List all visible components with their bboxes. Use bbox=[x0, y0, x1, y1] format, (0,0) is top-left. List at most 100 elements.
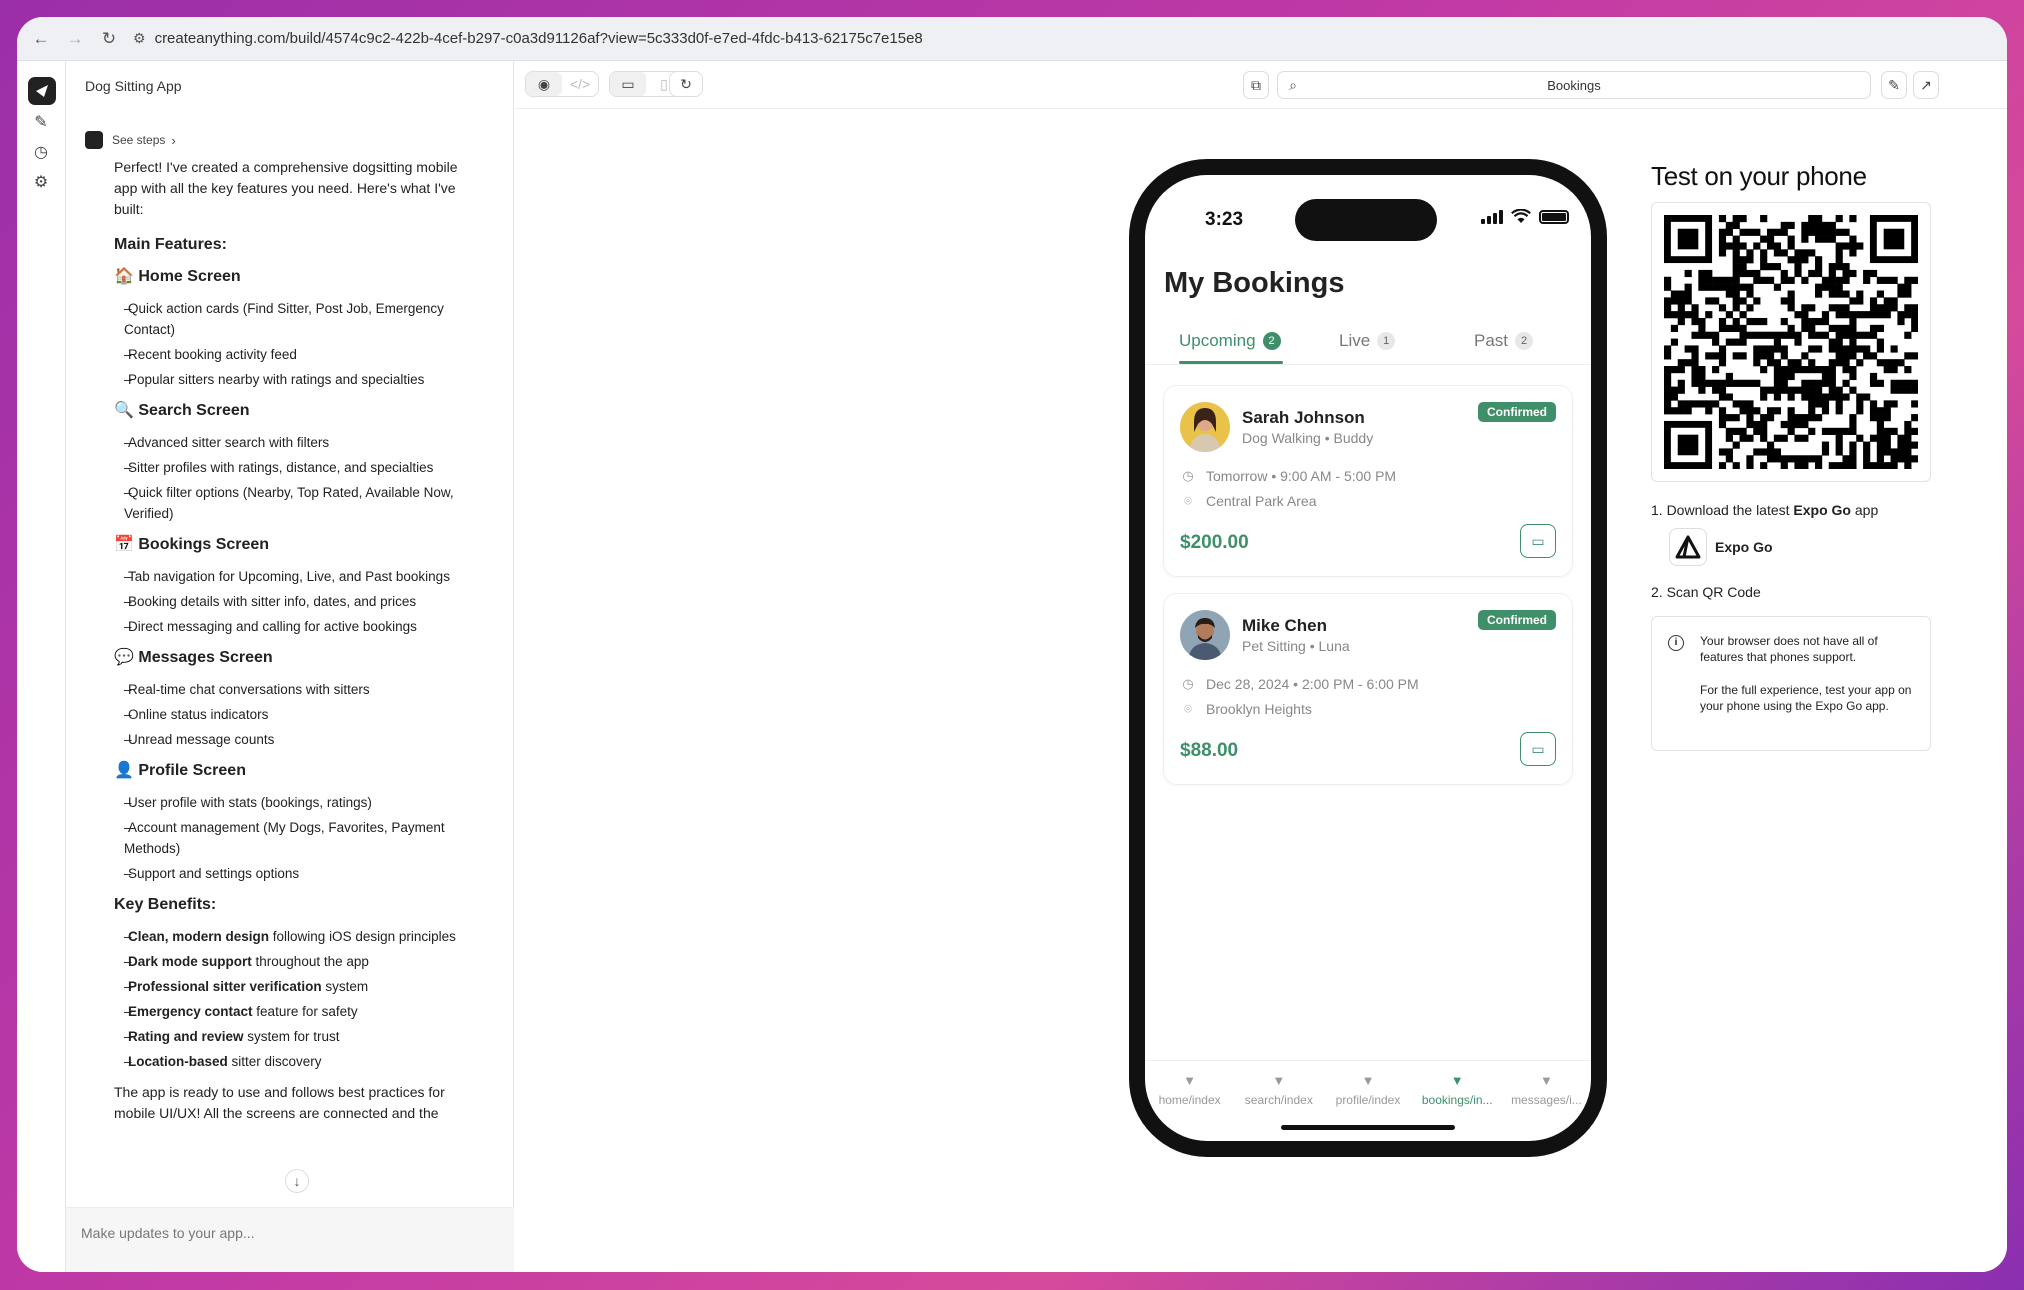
battery-icon bbox=[1539, 209, 1569, 224]
forward-icon[interactable]: → bbox=[65, 29, 85, 49]
booking-card[interactable]: Mike Chen Pet Sitting • Luna Confirmed ◷… bbox=[1163, 593, 1573, 785]
location-pin-icon: ⌾ bbox=[1184, 493, 1192, 508]
profile-screen-list: –User profile with stats (bookings, rati… bbox=[114, 792, 484, 884]
browser-toolbar: ← → ↻ ⚙ createanything.com/build/4574c9c… bbox=[17, 17, 2007, 61]
dynamic-island bbox=[1295, 199, 1437, 241]
address-bar[interactable]: ⚙ createanything.com/build/4574c9c2-422b… bbox=[133, 30, 923, 47]
notice-text-1: Your browser does not have all of featur… bbox=[1700, 634, 1878, 664]
site-settings-icon[interactable]: ⚙ bbox=[133, 30, 146, 47]
tab-triangle-icon: ▼ bbox=[1539, 1073, 1553, 1088]
chat-bubble-icon: ▭ bbox=[1531, 740, 1545, 757]
page-search[interactable]: ⌕ Bookings bbox=[1277, 71, 1871, 99]
left-rail: ✎ ◷ ⚙ bbox=[17, 61, 66, 1272]
booking-price: $200.00 bbox=[1180, 532, 1249, 553]
list-item: –Direct messaging and calling for active… bbox=[124, 619, 417, 634]
desktop-icon[interactable]: ▭ bbox=[610, 72, 646, 96]
list-item: –Popular sitters nearby with ratings and… bbox=[124, 372, 425, 387]
home-indicator bbox=[1281, 1125, 1455, 1130]
bottom-tab-bar: ▼ home/index ▼ search/index ▼ profile/index… bbox=[1145, 1060, 1591, 1120]
compose-box[interactable]: Make updates to your app... bbox=[66, 1207, 514, 1272]
chat-bubble-icon: ▭ bbox=[1531, 532, 1545, 549]
message-intro: Perfect! I've created a comprehensive do… bbox=[114, 159, 458, 217]
list-item: –Recent booking activity feed bbox=[124, 347, 297, 362]
pencil-icon[interactable]: ✎ bbox=[1881, 71, 1907, 99]
test-on-phone-panel: Test on your phone 1. Download the lates… bbox=[1651, 161, 1931, 751]
scroll-down-button[interactable]: ↓ bbox=[285, 1169, 309, 1193]
booking-time: ◷ Tomorrow • 9:00 AM - 5:00 PM bbox=[1180, 468, 1396, 484]
tab-past[interactable]: Past 2 bbox=[1474, 331, 1534, 351]
tab-label: Past bbox=[1474, 331, 1509, 350]
messages-screen-list: –Real-time chat conversations with sitte… bbox=[114, 679, 484, 750]
code-icon[interactable]: </> bbox=[562, 72, 598, 96]
message-button[interactable]: ▭ bbox=[1520, 732, 1556, 766]
list-item: –Location-based sitter discovery bbox=[124, 1054, 322, 1069]
reload-icon[interactable]: ↻ bbox=[99, 29, 119, 49]
project-title: Dog Sitting App bbox=[85, 78, 182, 94]
refresh-icon[interactable]: ↻ bbox=[670, 72, 702, 96]
phone-frame: 3:23 My Bookings Upcoming 2 Live 1 Past … bbox=[1129, 159, 1607, 1157]
list-item: –Online status indicators bbox=[124, 707, 269, 722]
tabbar-item-bookings[interactable]: ▼ bookings/in... bbox=[1413, 1061, 1502, 1120]
list-item: –Support and settings options bbox=[124, 866, 300, 881]
tab-triangle-icon: ▼ bbox=[1183, 1073, 1197, 1088]
list-item: –Sitter profiles with ratings, distance,… bbox=[124, 460, 434, 475]
active-tab-indicator bbox=[1179, 361, 1283, 364]
tabbar-item-messages[interactable]: ▼ messages/i... bbox=[1502, 1061, 1591, 1120]
refresh-group: ↻ bbox=[669, 71, 703, 97]
message-button[interactable]: ▭ bbox=[1520, 524, 1556, 558]
tab-count: 2 bbox=[1515, 332, 1534, 350]
assistant-avatar bbox=[85, 131, 103, 149]
browser-window: ← → ↻ ⚙ createanything.com/build/4574c9c… bbox=[17, 17, 2007, 1272]
step1-suffix: app bbox=[1850, 502, 1879, 518]
app-logo[interactable] bbox=[28, 77, 56, 105]
booking-location: ⌾ Central Park Area bbox=[1180, 493, 1316, 509]
home-screen-heading: 🏠 Home Screen bbox=[114, 268, 241, 285]
expo-go-icon bbox=[1669, 528, 1707, 566]
preview-toolbar: ◉ </> ▭ ▯ ↻ ⧉ ⌕ Bookings ✎ ↗ bbox=[515, 61, 2007, 109]
qr-code-icon bbox=[1664, 215, 1919, 470]
preview-area: ◉ </> ▭ ▯ ↻ ⧉ ⌕ Bookings ✎ ↗ 3:23 My Boo… bbox=[515, 61, 2007, 1272]
eye-icon[interactable]: ◉ bbox=[526, 72, 562, 96]
copy-icon[interactable]: ⧉ bbox=[1243, 71, 1269, 99]
tab-count: 1 bbox=[1377, 332, 1396, 350]
bookings-screen-list: –Tab navigation for Upcoming, Live, and … bbox=[114, 566, 484, 637]
expo-go-link[interactable]: Expo Go bbox=[1669, 528, 1931, 566]
tabbar-item-search[interactable]: ▼ search/index bbox=[1234, 1061, 1323, 1120]
tab-triangle-icon: ▼ bbox=[1450, 1073, 1464, 1088]
tabbar-item-profile[interactable]: ▼ profile/index bbox=[1323, 1061, 1412, 1120]
tabbar-item-home[interactable]: ▼ home/index bbox=[1145, 1061, 1234, 1120]
list-item: –Tab navigation for Upcoming, Live, and … bbox=[124, 569, 450, 584]
tab-count: 2 bbox=[1262, 332, 1281, 350]
notice-text-2: For the full experience, test your app o… bbox=[1700, 683, 1912, 713]
home-screen-list: –Quick action cards (Find Sitter, Post J… bbox=[114, 298, 484, 390]
status-badge: Confirmed bbox=[1478, 610, 1556, 630]
step1-app-name: Expo Go bbox=[1793, 502, 1851, 518]
avatar bbox=[1180, 610, 1230, 660]
clock-icon: ◷ bbox=[1182, 676, 1194, 691]
booking-card[interactable]: Sarah Johnson Dog Walking • Buddy Confir… bbox=[1163, 385, 1573, 577]
see-steps-label: See steps bbox=[112, 133, 166, 147]
tab-live[interactable]: Live 1 bbox=[1339, 331, 1396, 351]
signal-icon bbox=[1481, 209, 1503, 224]
list-item: –Advanced sitter search with filters bbox=[124, 435, 330, 450]
download-step: 1. Download the latest Expo Go app bbox=[1651, 502, 1931, 518]
profile-screen-heading: 👤 Profile Screen bbox=[114, 762, 246, 779]
external-link-icon[interactable]: ↗ bbox=[1913, 71, 1939, 99]
wifi-icon bbox=[1511, 209, 1531, 223]
history-icon[interactable]: ◷ bbox=[31, 143, 51, 163]
list-item: –Quick action cards (Find Sitter, Post J… bbox=[124, 301, 444, 337]
settings-gear-icon[interactable]: ⚙ bbox=[31, 173, 51, 193]
edit-icon[interactable]: ✎ bbox=[31, 113, 51, 133]
bookings-tabs: Upcoming 2 Live 1 Past 2 bbox=[1145, 325, 1591, 365]
service-pet: Pet Sitting • Luna bbox=[1242, 638, 1350, 654]
location-pin-icon: ⌾ bbox=[1184, 701, 1192, 716]
compose-input[interactable]: Make updates to your app... bbox=[81, 1225, 255, 1241]
tab-triangle-icon: ▼ bbox=[1361, 1073, 1375, 1088]
back-icon[interactable]: ← bbox=[31, 29, 51, 49]
list-item: –Account management (My Dogs, Favorites,… bbox=[124, 820, 445, 856]
see-steps-link[interactable]: See steps › bbox=[85, 131, 176, 149]
chat-panel: Dog Sitting App See steps › Perfect! I'v… bbox=[66, 61, 514, 1272]
clock-icon: ◷ bbox=[1182, 468, 1194, 483]
list-item: –Booking details with sitter info, dates… bbox=[124, 594, 417, 609]
tab-upcoming[interactable]: Upcoming 2 bbox=[1179, 331, 1281, 351]
